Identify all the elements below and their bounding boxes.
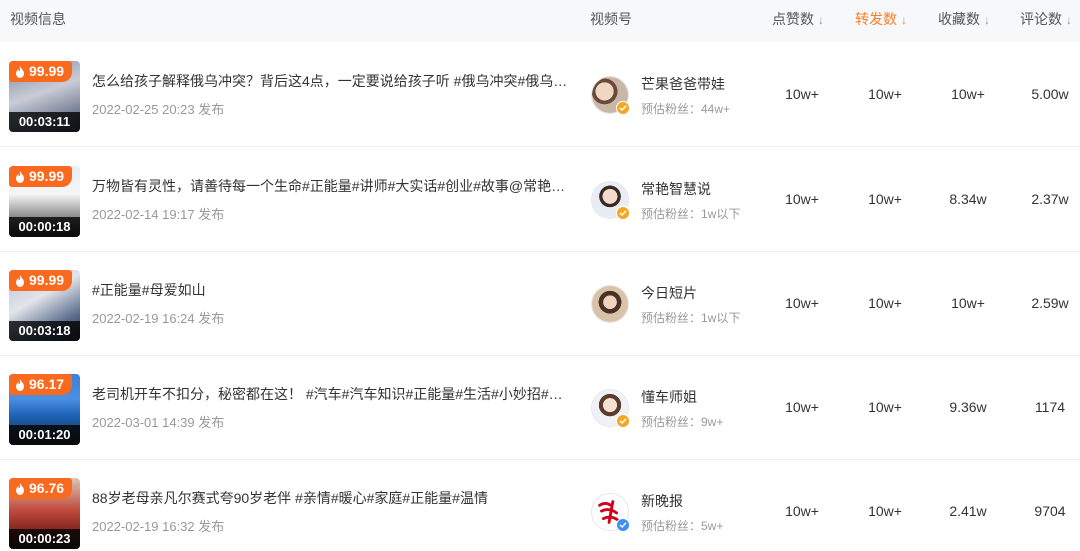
score-badge: 99.99 <box>9 166 73 187</box>
estimated-fans: 预估粉丝：9w+ <box>641 415 724 429</box>
favorites-count: 10w+ <box>951 86 985 102</box>
header-video-info: 视频信息 <box>10 11 66 27</box>
header-likes-label: 点赞数 <box>772 11 814 27</box>
flame-icon <box>16 170 24 183</box>
estimated-fans: 预估粉丝：1w以下 <box>641 311 741 325</box>
estimated-fans: 预估粉丝：5w+ <box>641 519 724 533</box>
table-row[interactable]: 99.99 00:00:18 万物皆有灵性，请善待每一个生命#正能量#讲师#大实… <box>0 148 1080 252</box>
header-shares-label: 转发数 <box>855 11 897 27</box>
likes-count: 10w+ <box>785 295 819 311</box>
publish-date: 2022-02-14 19:17 发布 <box>92 207 225 222</box>
favorites-count: 8.34w <box>949 191 987 207</box>
video-thumbnail[interactable]: 96.76 00:00:23 <box>9 478 80 549</box>
likes-count: 10w+ <box>785 503 819 519</box>
score-badge: 99.99 <box>9 270 73 291</box>
sort-down-icon: ↓ <box>818 13 824 27</box>
estimated-fans: 预估粉丝：44w+ <box>641 102 731 116</box>
channel-name[interactable]: 新晚报 <box>641 491 683 511</box>
estimated-fans: 预估粉丝：1w以下 <box>641 207 741 221</box>
likes-count: 10w+ <box>785 191 819 207</box>
publish-date: 2022-03-01 14:39 发布 <box>92 415 225 430</box>
comments-count: 2.59w <box>1031 295 1069 311</box>
channel-name[interactable]: 芒果爸爸带娃 <box>641 74 725 94</box>
publish-date: 2022-02-19 16:24 发布 <box>92 311 225 326</box>
score-value: 99.99 <box>29 168 65 184</box>
flame-icon <box>16 378 24 391</box>
video-duration: 00:00:23 <box>9 529 80 549</box>
likes-count: 10w+ <box>785 86 819 102</box>
flame-icon <box>16 274 24 287</box>
channel-name[interactable]: 今日短片 <box>641 283 697 303</box>
publish-date: 2022-02-25 20:23 发布 <box>92 102 225 117</box>
flame-icon <box>16 482 24 495</box>
sort-down-icon: ↓ <box>901 13 907 27</box>
shares-count: 10w+ <box>868 399 902 415</box>
channel-name[interactable]: 懂车师姐 <box>641 387 697 407</box>
video-duration: 00:01:20 <box>9 425 80 445</box>
header-favorites-label: 收藏数 <box>938 11 980 27</box>
comments-count: 5.00w <box>1031 86 1069 102</box>
header-comments-label: 评论数 <box>1020 11 1062 27</box>
video-thumbnail[interactable]: 99.99 00:00:18 <box>9 166 80 237</box>
header-likes-sort[interactable]: 点赞数 ↓ <box>772 0 824 42</box>
header-favorites-sort[interactable]: 收藏数 ↓ <box>938 0 990 42</box>
table-row[interactable]: 96.17 00:01:20 老司机开车不扣分，秘密都在这！ #汽车#汽车知识#… <box>0 356 1080 460</box>
likes-count: 10w+ <box>785 399 819 415</box>
score-value: 96.76 <box>29 480 65 496</box>
shares-count: 10w+ <box>868 295 902 311</box>
comments-count: 9704 <box>1034 503 1066 519</box>
shares-count: 10w+ <box>868 191 902 207</box>
channel-name[interactable]: 常艳智慧说 <box>641 179 711 199</box>
verified-icon <box>616 206 630 220</box>
video-duration: 00:00:18 <box>9 217 80 237</box>
header-shares-sort[interactable]: 转发数 ↓ <box>855 0 907 42</box>
video-title[interactable]: 万物皆有灵性，请善待每一个生命#正能量#讲师#大实话#创业#故事@常艳智慧说 <box>92 176 576 196</box>
table-row[interactable]: 96.76 00:00:23 88岁老母亲凡尔赛式夸90岁老伴 #亲情#暖心#家… <box>0 460 1080 551</box>
shares-count: 10w+ <box>868 503 902 519</box>
video-title[interactable]: 老司机开车不扣分，秘密都在这！ #汽车#汽车知识#正能量#生活#小妙招#驾驶技巧 <box>92 384 576 404</box>
sort-down-icon: ↓ <box>1066 13 1072 27</box>
comments-count: 2.37w <box>1031 191 1069 207</box>
shares-count: 10w+ <box>868 86 902 102</box>
score-value: 96.17 <box>29 376 65 392</box>
publish-date: 2022-02-19 16:32 发布 <box>92 519 225 534</box>
table-header: 视频信息 视频号 点赞数 ↓ 转发数 ↓ 收藏数 ↓ 评论数 ↓ <box>0 0 1080 42</box>
video-thumbnail[interactable]: 99.99 00:03:18 <box>9 270 80 341</box>
video-duration: 00:03:11 <box>9 112 80 132</box>
favorites-count: 9.36w <box>949 399 987 415</box>
video-title[interactable]: #正能量#母爱如山 <box>92 280 576 300</box>
avatar[interactable] <box>591 76 630 115</box>
avatar[interactable] <box>591 285 629 323</box>
avatar[interactable] <box>591 389 630 428</box>
header-comments-sort[interactable]: 评论数 ↓ <box>1020 0 1072 42</box>
score-value: 99.99 <box>29 272 65 288</box>
comments-count: 1174 <box>1034 399 1066 415</box>
score-value: 99.99 <box>29 63 65 79</box>
flame-icon <box>16 65 24 78</box>
score-badge: 96.17 <box>9 374 73 395</box>
video-title[interactable]: 88岁老母亲凡尔赛式夸90岁老伴 #亲情#暖心#家庭#正能量#温情 <box>92 488 576 508</box>
video-title[interactable]: 怎么给孩子解释俄乌冲突？背后这4点，一定要说给孩子听 #俄乌冲突#俄乌局势#儿童… <box>92 71 576 91</box>
table-row[interactable]: 99.99 00:03:18 #正能量#母爱如山 2022-02-19 16:2… <box>0 252 1080 356</box>
verified-icon <box>616 518 630 532</box>
video-thumbnail[interactable]: 96.17 00:01:20 <box>9 374 80 445</box>
header-channel: 视频号 <box>590 11 632 27</box>
video-duration: 00:03:18 <box>9 321 80 341</box>
score-badge: 96.76 <box>9 478 73 499</box>
favorites-count: 2.41w <box>949 503 987 519</box>
video-thumbnail[interactable]: 99.99 00:03:11 <box>9 61 80 132</box>
avatar[interactable] <box>591 181 630 220</box>
verified-icon <box>616 101 630 115</box>
avatar[interactable] <box>591 493 630 532</box>
verified-icon <box>616 414 630 428</box>
favorites-count: 10w+ <box>951 295 985 311</box>
sort-down-icon: ↓ <box>984 13 990 27</box>
score-badge: 99.99 <box>9 61 73 82</box>
table-row[interactable]: 99.99 00:03:11 怎么给孩子解释俄乌冲突？背后这4点，一定要说给孩子… <box>0 43 1080 147</box>
